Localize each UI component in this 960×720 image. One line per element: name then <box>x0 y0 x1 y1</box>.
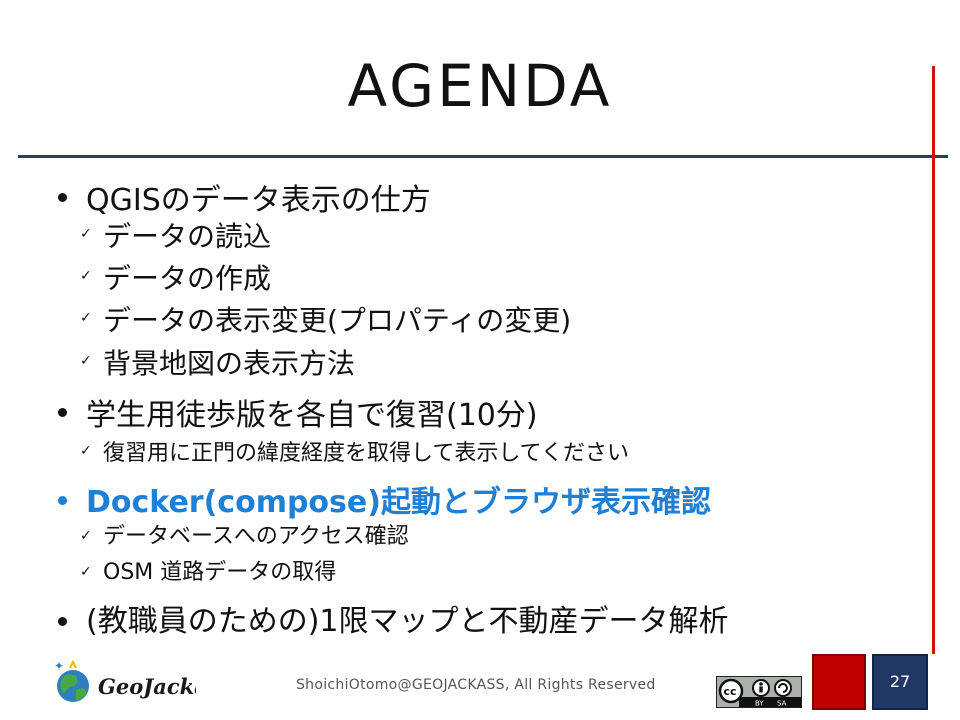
checkmark-icon: ✓ <box>80 528 92 544</box>
agenda-subitem: データの表示変更(プロパティの変更) <box>103 304 572 337</box>
svg-text:✦: ✦ <box>54 659 64 673</box>
page-number: 27 <box>872 654 928 710</box>
agenda-subitem: データの作成 <box>103 262 272 295</box>
agenda-item: 学生用徒歩版を各自で復習(10分) <box>86 398 538 433</box>
copyright-footer: ShoichiOtomo@GEOJACKASS, All Rights Rese… <box>296 677 656 693</box>
checkmark-icon: ✓ <box>80 268 92 284</box>
bullet-icon <box>58 496 67 505</box>
cc-by-sa-badge: cc BY SA <box>716 676 802 708</box>
agenda-item: (教職員のための)1限マップと不動産データ解析 <box>86 604 729 639</box>
checkmark-icon: ✓ <box>80 443 92 459</box>
bullet-icon <box>58 408 67 417</box>
agenda-subitem: 復習用に正門の緯度経度を取得して表示してください <box>103 441 630 466</box>
sa-label: SA <box>777 700 787 708</box>
bullet-icon <box>58 193 67 202</box>
cc-label: cc <box>724 685 737 698</box>
title-divider <box>18 155 948 158</box>
checkmark-icon: ✓ <box>80 310 92 326</box>
side-accent-line <box>932 66 935 654</box>
bullet-icon <box>58 617 67 626</box>
agenda-subitem: データの読込 <box>103 220 272 253</box>
agenda-subitem: データベースへのアクセス確認 <box>103 524 409 549</box>
geojackass-logo: ✦ GeoJackass <box>46 656 232 712</box>
checkmark-icon: ✓ <box>80 564 92 580</box>
by-label: BY <box>755 700 764 708</box>
agenda-subitem: 背景地図の表示方法 <box>103 347 356 380</box>
agenda-item-current: Docker(compose)起動とブラウザ表示確認 <box>86 485 711 520</box>
agenda-subitem: OSM 道路データの取得 <box>103 560 337 585</box>
logo-wordmark: GeoJackass <box>98 674 196 699</box>
slide-title: AGENDA <box>347 52 613 120</box>
agenda-item: QGISのデータ表示の仕方 <box>86 183 431 218</box>
checkmark-icon: ✓ <box>80 353 92 369</box>
checkmark-icon: ✓ <box>80 226 92 242</box>
accent-square-red <box>812 654 866 710</box>
